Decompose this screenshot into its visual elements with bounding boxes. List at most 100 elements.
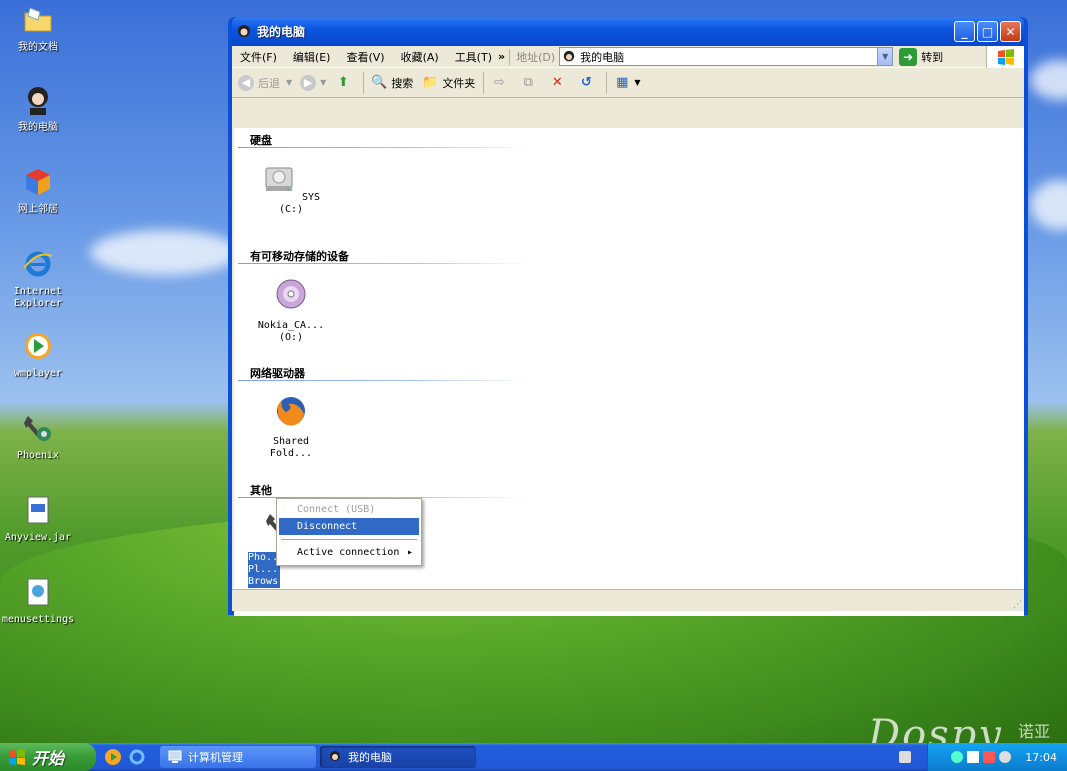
title-bar[interactable]: 我的电脑 _ □ ✕ (232, 17, 1024, 46)
sky-cloud (90, 230, 240, 275)
sky-cloud (1030, 60, 1067, 100)
group-title-other: 其他 (250, 484, 272, 497)
forward-button[interactable]: ▶ ▼ (300, 74, 327, 91)
move-to-icon: ⇨ (493, 75, 505, 90)
menu-item-active-connection[interactable]: Active connection ▸ (279, 544, 419, 561)
desktop-icon-ie[interactable]: Internet Explorer (0, 248, 76, 310)
drive-item-shared-folders[interactable]: Shared Fold... (254, 394, 328, 460)
desktop-icon-network[interactable]: 网上邻居 (0, 166, 76, 216)
desktop-icon-label: Anyview.jar (4, 532, 72, 543)
media-player-icon[interactable] (104, 748, 122, 766)
copy-to-button[interactable]: ⧉ (519, 74, 540, 92)
folder-up-icon: ⬆ (337, 75, 349, 90)
copy-to-icon: ⧉ (523, 75, 533, 90)
menu-item-label: Active connection (297, 547, 400, 558)
windows-logo-icon (9, 749, 25, 765)
close-button[interactable]: ✕ (1000, 21, 1021, 42)
desktop-icon-my-computer[interactable]: 我的电脑 (0, 84, 76, 134)
back-label: 后退 (258, 76, 280, 90)
desktop-icon-label: wmplayer (13, 368, 63, 379)
menu-item-connect-usb[interactable]: Connect (USB) (279, 501, 419, 518)
internet-explorer-icon[interactable] (128, 748, 146, 766)
search-label: 搜索 (391, 76, 414, 90)
status-bar: ⋰ (232, 589, 1024, 611)
wrench-icon (24, 416, 51, 441)
task-my-computer[interactable]: 我的电脑 (320, 746, 476, 768)
keyboard-icon[interactable] (899, 751, 911, 763)
monitor-icon[interactable] (967, 751, 980, 763)
cd-drive-icon (276, 279, 306, 309)
undo-icon: ↺ (580, 75, 592, 90)
task-label: 计算机管理 (188, 751, 243, 764)
menu-tools[interactable]: 工具(T) (447, 49, 494, 65)
menu-item-disconnect[interactable]: Disconnect (279, 518, 419, 535)
internet-explorer-icon (23, 251, 53, 277)
arrow-right-icon: ➜ (899, 47, 918, 66)
network-icon[interactable] (951, 751, 964, 763)
desktop-icon-phoenix[interactable]: Phoenix (0, 412, 76, 462)
move-to-button[interactable]: ⇨ (490, 74, 511, 92)
desktop-icon-label: Internet Explorer (13, 286, 63, 309)
goto-button[interactable]: ➜ 转到 (899, 47, 943, 66)
drive-label: Shared Fold... (269, 436, 313, 459)
window-title: 我的电脑 (257, 25, 306, 39)
desktop-icon-menusettings[interactable]: menusettings (0, 576, 76, 626)
views-button[interactable]: ▦ ▼ (613, 74, 640, 92)
avatar-icon (330, 751, 340, 761)
folders-button[interactable]: 📁 文件夹 (421, 74, 475, 92)
delete-button[interactable]: ✕ (548, 74, 569, 92)
desktop-icon-my-documents[interactable]: 我的文档 (0, 4, 76, 54)
address-bar[interactable]: 我的电脑 ▼ (559, 47, 894, 66)
computer-icon (168, 750, 182, 763)
menu-edit[interactable]: 编辑(E) (285, 49, 339, 65)
windows-logo-icon (986, 45, 1024, 68)
firefox-icon (277, 397, 305, 426)
task-computer-management[interactable]: 计算机管理 (160, 746, 316, 768)
cube-icon (26, 169, 50, 195)
group-title-network: 网络驱动器 (250, 367, 305, 380)
desktop-icon-label: 我的电脑 (18, 122, 58, 133)
minimize-icon: _ (961, 24, 968, 39)
chevron-down-icon: ▼ (320, 78, 327, 87)
chevron-down-icon[interactable]: ▼ (877, 48, 893, 65)
group-divider (238, 380, 530, 381)
search-button[interactable]: 🔍 搜索 (370, 74, 413, 92)
menu-favorites[interactable]: 收藏(A) (393, 49, 447, 65)
desktop-icon-label: menusettings (1, 614, 75, 625)
alert-icon[interactable] (983, 751, 996, 763)
clock[interactable]: 17:04 (1025, 751, 1057, 764)
volume-icon[interactable] (999, 751, 1012, 763)
menu-view[interactable]: 查看(V) (338, 49, 392, 65)
desktop-icon-wmplayer[interactable]: wmplayer (0, 330, 76, 380)
task-label: 我的电脑 (348, 751, 392, 764)
undo-button[interactable]: ↺ (577, 74, 598, 92)
folder-icon (24, 7, 52, 32)
sky-cloud (1030, 180, 1067, 230)
up-button[interactable]: ⬆ (334, 74, 355, 92)
desktop-icon-anyview[interactable]: Anyview.jar (0, 494, 76, 544)
avatar-icon (563, 50, 575, 61)
menu-more[interactable]: » (494, 50, 509, 63)
toolbar: ◀ 后退 ▼ ▶ ▼ ⬆ 🔍 搜索 📁 文件夹 ⇨ ⧉ ✕ ↺ ▦ ▼ (232, 68, 1024, 98)
group-divider (238, 147, 530, 148)
address-label: 地址(D) (509, 48, 559, 65)
drive-item-nokia[interactable]: Nokia_CA...(O:) (254, 278, 328, 344)
desktop-icon-label: 网上邻居 (18, 204, 58, 215)
watermark-cn: 诺亚 (1018, 722, 1051, 741)
back-button[interactable]: ◀ 后退 ▼ (238, 74, 292, 91)
menu-file[interactable]: 文件(F) (232, 49, 285, 65)
avatar-icon (28, 87, 48, 115)
group-title-removable: 有可移动存储的设备 (250, 250, 349, 263)
system-tray: 17:04 (927, 743, 1067, 771)
drive-item-c[interactable]: SYS (C:) (254, 162, 328, 216)
minimize-button[interactable]: _ (954, 21, 975, 42)
group-divider (238, 263, 530, 264)
start-button[interactable]: 开始 (0, 743, 96, 771)
resize-grip-icon[interactable]: ⋰ (1013, 600, 1022, 610)
maximize-button[interactable]: □ (977, 21, 998, 42)
toolbar-divider (363, 71, 365, 94)
quick-launch (104, 748, 152, 766)
hard-drive-icon (265, 167, 293, 191)
desktop-icon-label: 我的文档 (18, 42, 58, 53)
context-menu: Connect (USB) Disconnect Active connecti… (276, 498, 422, 566)
